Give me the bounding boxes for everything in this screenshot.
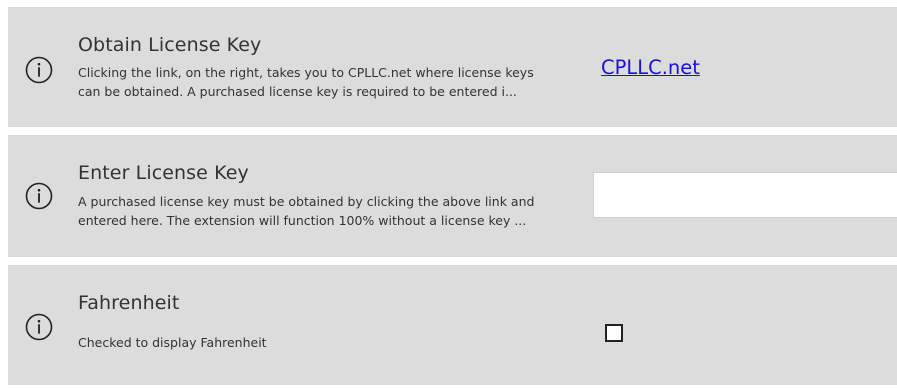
fahrenheit-checkbox[interactable]	[605, 324, 623, 342]
setting-row-obtain-license-key: Obtain License Key Clicking the link, on…	[8, 7, 897, 127]
setting-description-line: A purchased license key must be obtained…	[78, 194, 535, 209]
setting-description-line: entered here. The extension will functio…	[78, 213, 527, 228]
setting-row-enter-license-key: Enter License Key A purchased license ke…	[8, 135, 897, 257]
license-key-input[interactable]	[593, 172, 897, 218]
setting-title: Enter License Key	[78, 162, 249, 184]
setting-row-fahrenheit: Fahrenheit Checked to display Fahrenheit	[8, 265, 897, 385]
info-icon	[25, 182, 53, 210]
setting-title: Fahrenheit	[78, 292, 180, 314]
setting-description: Checked to display Fahrenheit	[78, 333, 588, 352]
setting-description: A purchased license key must be obtained…	[78, 192, 588, 230]
setting-description: Clicking the link, on the right, takes y…	[78, 63, 588, 101]
cpllc-link[interactable]: CPLLC.net	[601, 56, 700, 79]
info-icon	[25, 313, 53, 341]
settings-list: Obtain License Key Clicking the link, on…	[8, 7, 897, 385]
info-icon	[25, 56, 53, 84]
setting-description-line: Clicking the link, on the right, takes y…	[78, 65, 534, 80]
setting-description-line: can be obtained. A purchased license key…	[78, 84, 517, 99]
setting-title: Obtain License Key	[78, 34, 262, 56]
setting-description-line: Checked to display Fahrenheit	[78, 335, 267, 350]
